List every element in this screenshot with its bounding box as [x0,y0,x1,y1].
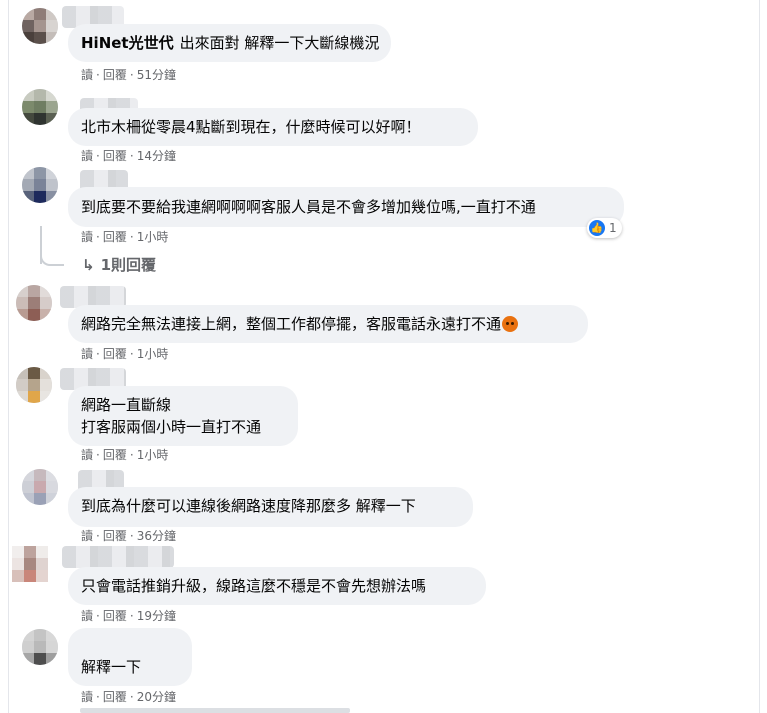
timestamp[interactable]: 1小時 [137,230,169,244]
reply-link[interactable]: 回覆 [103,690,127,704]
comment-bubble: 網路一直斷線 打客服兩個小時一直打不通 [68,386,298,446]
avatar[interactable] [16,285,52,321]
avatar[interactable] [22,629,58,665]
avatar[interactable] [22,469,58,505]
comment-bubble: 網路完全無法連接上網，整個工作都停擺，客服電話永遠打不通 [68,305,588,343]
comment-text: 出來面對 解釋一下大斷線機況 [179,34,380,52]
comment-meta: 讀 · 回覆 · 1小時 [81,448,169,462]
comment-text: 到底要不要給我連網啊啊啊客服人員是不會多增加幾位嗎,一直打不通 [81,198,536,216]
timestamp[interactable]: 19分鐘 [137,609,176,623]
avatar[interactable] [12,546,58,586]
timestamp[interactable]: 51分鐘 [137,68,176,82]
comment-text: 北市木柵從零晨4點斷到現在，什麼時候可以好啊！ [81,118,421,136]
timestamp[interactable]: 14分鐘 [137,149,176,163]
comment-meta: 讀 · 回覆 · 14分鐘 [81,149,176,163]
angry-face-icon [502,316,519,332]
reaction-badge[interactable]: 👍 1 [587,218,622,238]
avatar[interactable] [16,367,52,403]
comment-bubble: 到底為什麼可以連線後網路速度降那麼多 解釋一下 [68,487,473,527]
author-name[interactable]: HiNet光世代 [81,34,174,52]
reaction-count: 1 [609,221,617,235]
avatar[interactable] [22,167,58,203]
comment-text: 只會電話推銷升級，線路這麼不穩是不會先想辦法嗎 [81,577,427,595]
timestamp[interactable]: 36分鐘 [137,529,176,543]
avatar[interactable] [22,89,58,125]
comment-meta: 讀 · 回覆 · 1小時 [81,347,169,361]
comment-bubble: 解釋一下 [68,628,192,686]
reply-link[interactable]: 回覆 [103,609,127,623]
comment-meta: 讀 · 回覆 · 51分鐘 [81,68,176,82]
read-link[interactable]: 讀 [81,347,93,361]
comment-text: 網路完全無法連接上網，整個工作都停擺，客服電話永遠打不通 [81,315,502,333]
reply-link[interactable]: 回覆 [103,347,127,361]
view-replies-link[interactable]: ↳ 1則回覆 [82,254,156,275]
read-link[interactable]: 讀 [81,529,93,543]
like-icon: 👍 [589,220,605,236]
next-comment-preview [80,708,350,713]
comment-bubble: HiNet光世代 出來面對 解釋一下大斷線機況 [68,24,392,62]
comment-meta: 讀 · 回覆 · 36分鐘 [81,529,176,543]
comment-meta: 讀 · 回覆 · 20分鐘 [81,690,176,704]
read-link[interactable]: 讀 [81,230,93,244]
comment-bubble: 只會電話推銷升級，線路這麼不穩是不會先想辦法嗎 [68,567,486,605]
reply-link[interactable]: 回覆 [103,149,127,163]
avatar[interactable] [22,8,58,44]
comment-text: 到底為什麼可以連線後網路速度降那麼多 解釋一下 [81,497,416,515]
read-link[interactable]: 讀 [81,690,93,704]
comment-meta: 讀 · 回覆 · 19分鐘 [81,609,176,623]
comment-text: 網路一直斷線 打客服兩個小時一直打不通 [81,396,262,436]
reply-link[interactable]: 回覆 [103,529,127,543]
reply-link[interactable]: 回覆 [103,448,127,462]
read-link[interactable]: 讀 [81,68,93,82]
thread-connector [40,246,64,266]
comment-meta: 讀 · 回覆 · 1小時 [81,230,169,244]
comment-bubble: 到底要不要給我連網啊啊啊客服人員是不會多增加幾位嗎,一直打不通 [68,187,624,227]
replies-link-text: 1則回覆 [100,256,157,274]
name-redacted [62,546,174,568]
comment-bubble: 北市木柵從零晨4點斷到現在，什麼時候可以好啊！ [68,108,478,146]
reply-link[interactable]: 回覆 [103,230,127,244]
read-link[interactable]: 讀 [81,609,93,623]
reply-arrow-icon: ↳ [82,256,95,274]
reply-link[interactable]: 回覆 [103,68,127,82]
read-link[interactable]: 讀 [81,448,93,462]
read-link[interactable]: 讀 [81,149,93,163]
timestamp[interactable]: 1小時 [137,347,169,361]
comment-text: 解釋一下 [81,658,142,676]
timestamp[interactable]: 20分鐘 [137,690,176,704]
timestamp[interactable]: 1小時 [137,448,169,462]
